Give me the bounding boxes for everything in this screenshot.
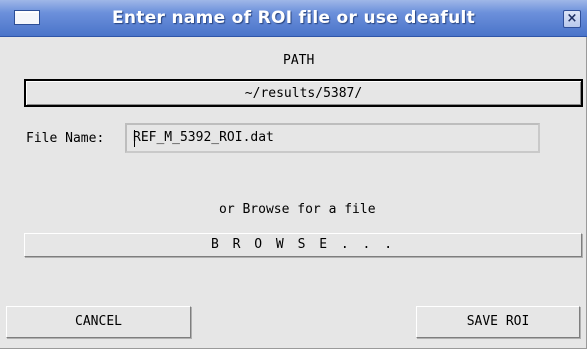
close-icon[interactable]: × <box>563 10 581 28</box>
roi-file-dialog: Enter name of ROI file or use deafult × … <box>0 0 587 349</box>
window-title: Enter name of ROI file or use deafult <box>111 8 476 28</box>
text-cursor <box>134 130 135 147</box>
path-label: PATH <box>283 53 315 68</box>
browse-hint-label: or Browse for a file <box>219 202 376 217</box>
file-name-input[interactable]: REF_M_5392_ROI.dat <box>125 123 540 153</box>
file-name-label: File Name: <box>26 131 105 146</box>
path-button[interactable]: ~/results/5387/ <box>24 79 583 107</box>
title-bar[interactable]: Enter name of ROI file or use deafult × <box>0 0 587 37</box>
save-roi-button[interactable]: SAVE ROI <box>416 306 580 338</box>
cancel-button[interactable]: CANCEL <box>6 306 191 338</box>
file-name-value: REF_M_5392_ROI.dat <box>133 130 274 145</box>
browse-button[interactable]: B R O W S E . . . <box>24 233 582 257</box>
